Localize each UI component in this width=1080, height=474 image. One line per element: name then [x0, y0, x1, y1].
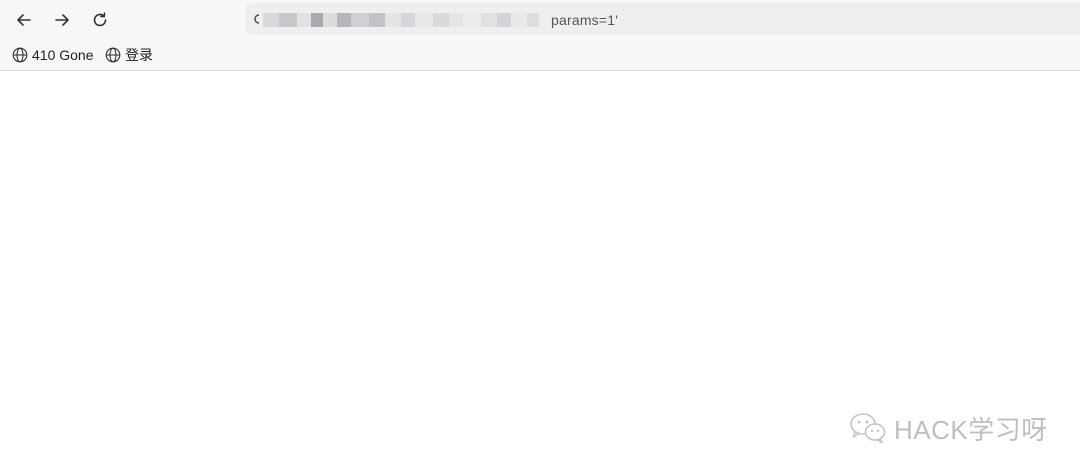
bookmark-label: 登录 — [125, 47, 153, 63]
globe-icon — [105, 47, 121, 63]
reload-button[interactable] — [86, 6, 114, 34]
back-button[interactable] — [10, 6, 38, 34]
site-info-icon[interactable] — [251, 12, 263, 26]
url-text[interactable]: params=1' — [551, 12, 618, 28]
bookmark-410-gone[interactable]: 410 Gone — [12, 45, 94, 65]
globe-icon — [12, 47, 28, 63]
wechat-logo-icon — [850, 413, 886, 444]
arrow-right-icon — [55, 14, 69, 26]
bookmark-label: 410 Gone — [32, 47, 94, 63]
watermark-text: HACK学习呀 — [894, 414, 1048, 445]
watermark: HACK学习呀 — [848, 410, 1048, 446]
browser-toolbar: params=1' — [0, 0, 1080, 40]
bookmarks-bar: 410 Gone 登录 — [0, 40, 1080, 71]
url-redacted-segment — [263, 11, 553, 29]
forward-button[interactable] — [48, 6, 76, 34]
address-bar[interactable]: params=1' — [245, 3, 1080, 35]
bookmark-login[interactable]: 登录 — [105, 45, 153, 65]
reload-icon — [93, 12, 107, 27]
arrow-left-icon — [17, 14, 31, 26]
